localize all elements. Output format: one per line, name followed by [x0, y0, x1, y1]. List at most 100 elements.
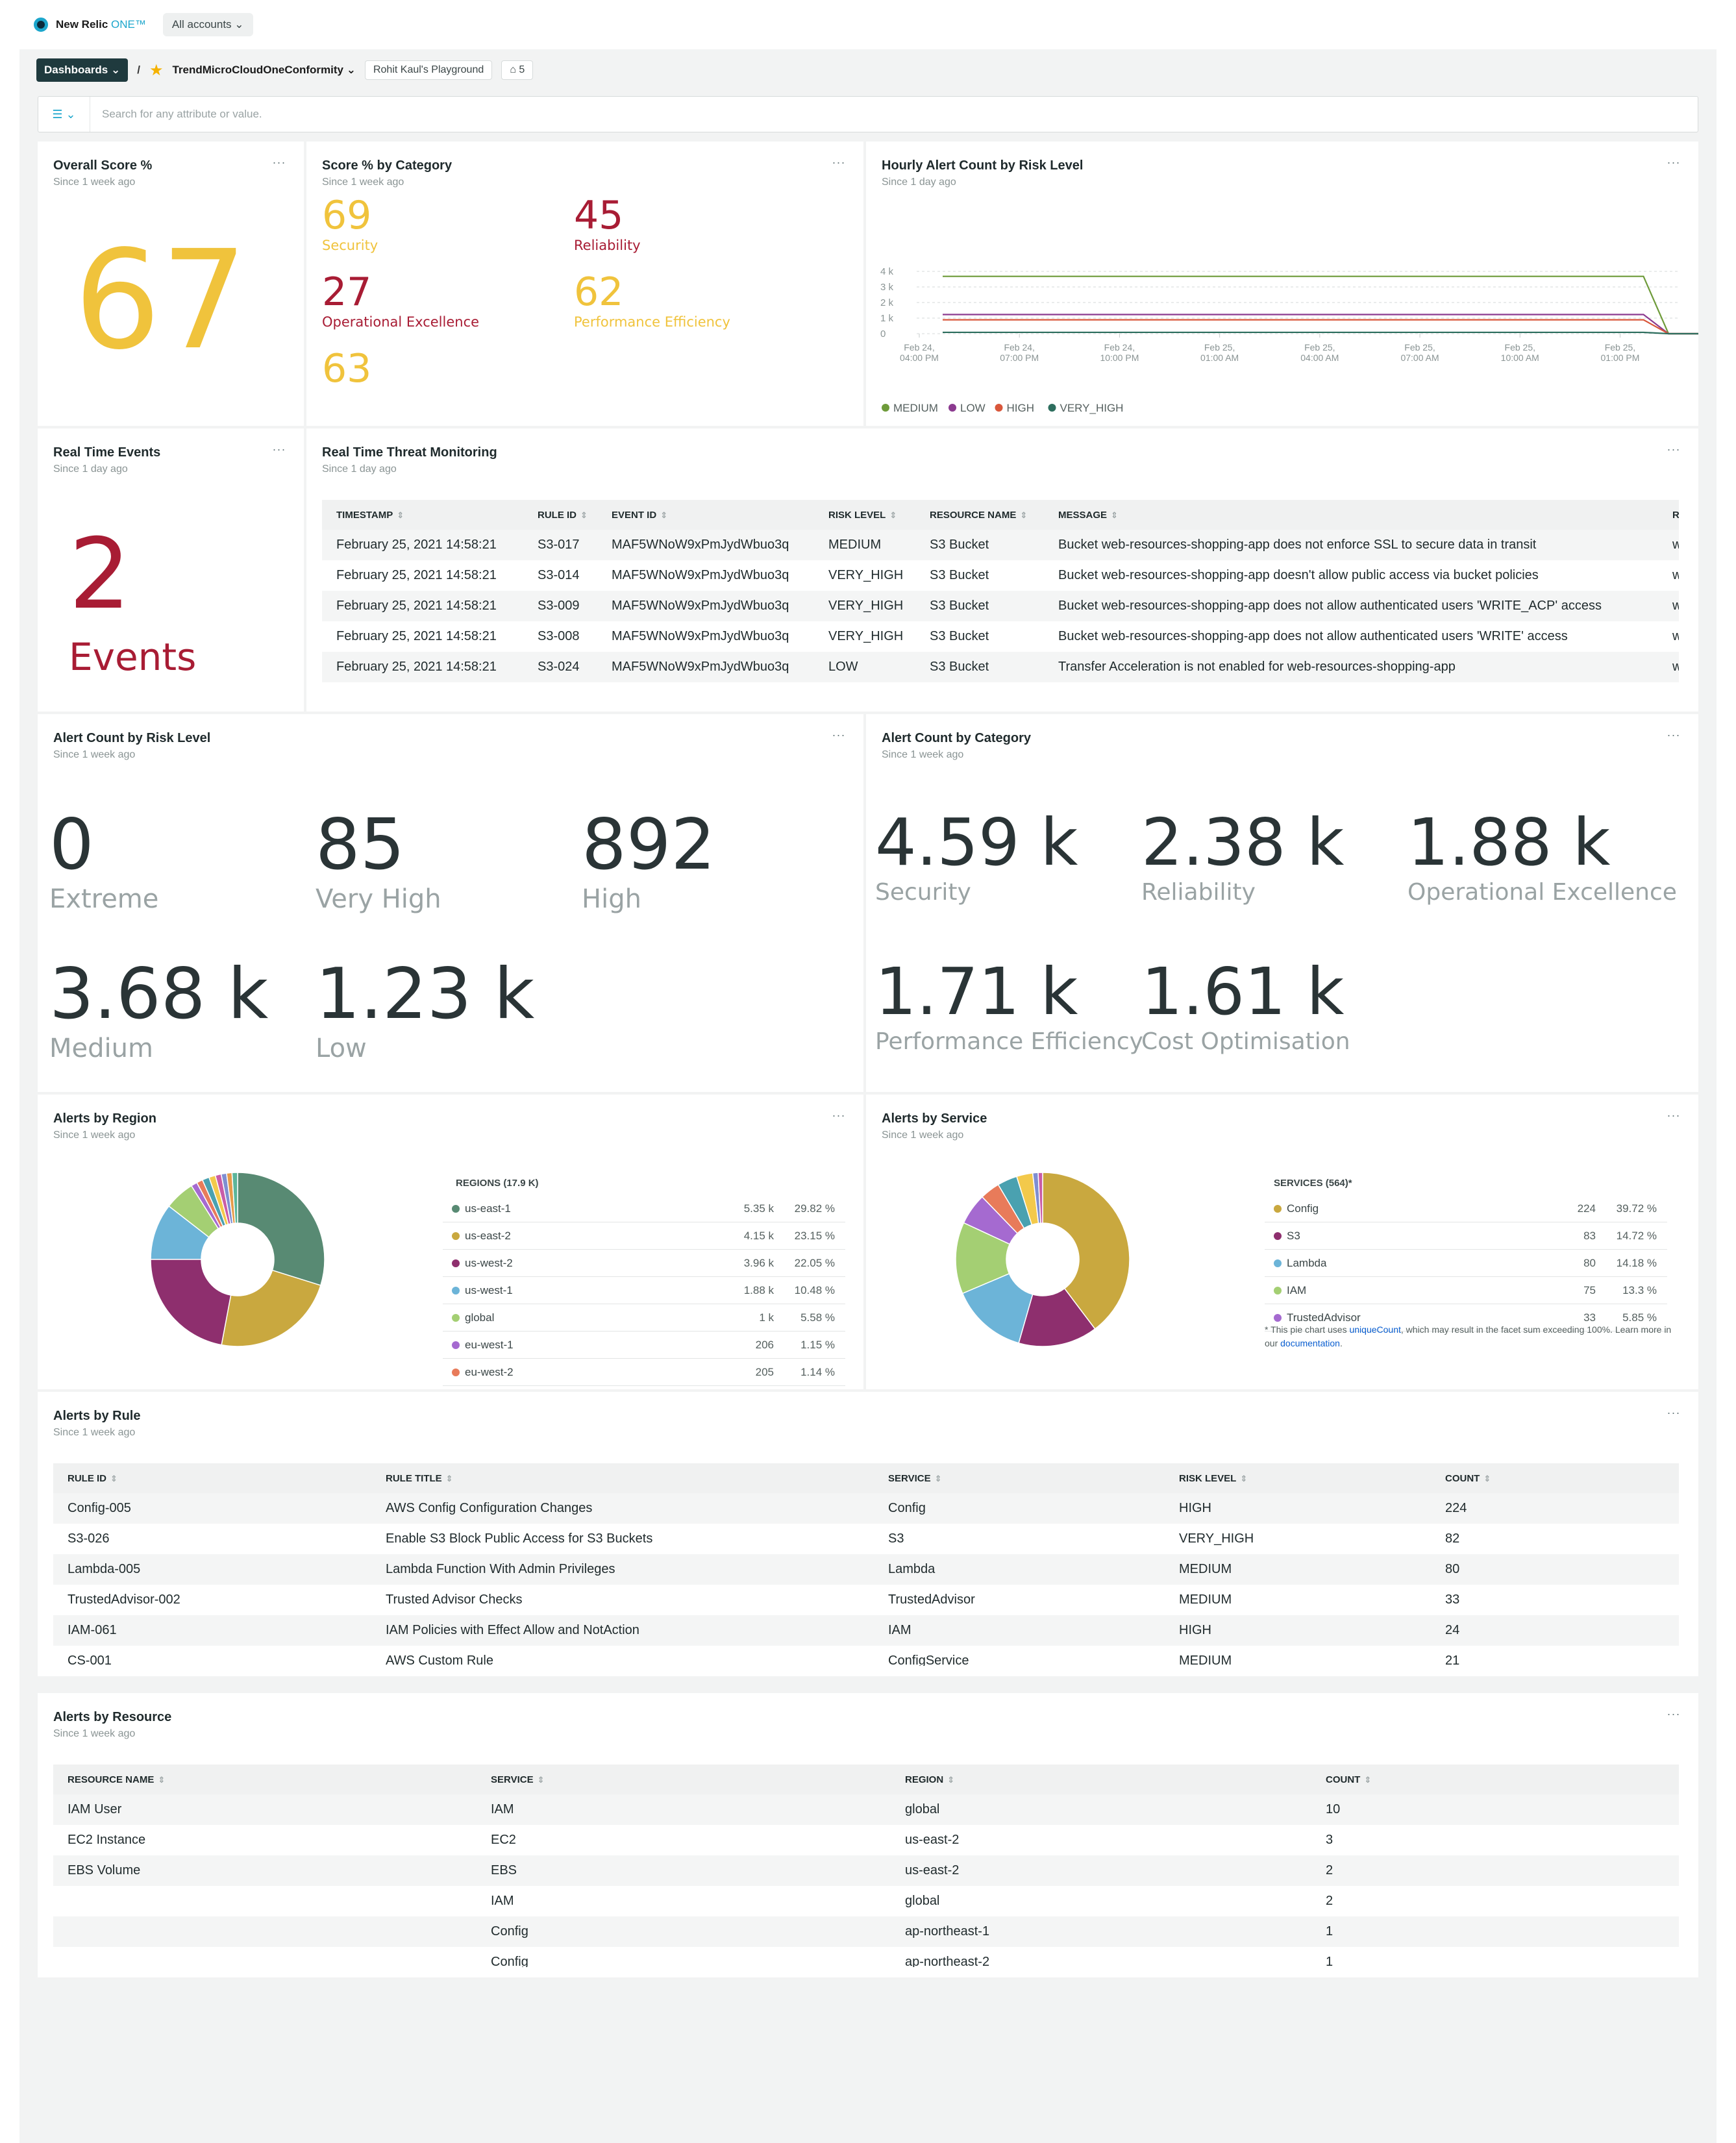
- table-row[interactable]: IAM global 2: [53, 1886, 1679, 1916]
- more-menu-button[interactable]: ···: [1663, 729, 1684, 745]
- legend-row-config[interactable]: Config 224 39.72 %: [1265, 1196, 1667, 1222]
- more-menu-button[interactable]: ···: [828, 1109, 849, 1126]
- search-input[interactable]: [90, 108, 1648, 121]
- table-cell: w: [1658, 530, 1679, 560]
- table-row[interactable]: Config-005 AWS Config Configuration Chang…: [53, 1493, 1679, 1524]
- legend-item-high[interactable]: HIGH: [995, 402, 1035, 414]
- legend-row-us-east-2[interactable]: us-east-2 4.15 k 23.15 %: [443, 1223, 845, 1250]
- legend-row-global[interactable]: global 1 k 5.58 %: [443, 1305, 845, 1332]
- dashboard-name[interactable]: TrendMicroCloudOneConformity ⌄: [172, 64, 355, 77]
- column-header[interactable]: SERVICE ⇕: [874, 1463, 1165, 1493]
- table-row[interactable]: Lambda-005 Lambda Function With Admin Pri…: [53, 1554, 1679, 1585]
- table-cell: 24: [1431, 1615, 1679, 1646]
- legend-percent: 29.82 %: [794, 1202, 835, 1215]
- tag-count: 5: [519, 64, 525, 75]
- legend-dot: [452, 1369, 460, 1376]
- column-header[interactable]: RESOURCE NAME ⇕: [53, 1765, 477, 1794]
- table-row[interactable]: February 25, 2021 14:58:21 S3-008 MAF5WNoW…: [322, 621, 1679, 652]
- column-header-label: MESSAGE: [1058, 509, 1108, 521]
- owner-chip[interactable]: Rohit Kaul's Playground: [364, 60, 493, 80]
- more-menu-button[interactable]: ···: [828, 729, 849, 745]
- more-menu-button[interactable]: ···: [269, 156, 290, 173]
- more-menu-button[interactable]: ···: [1663, 443, 1684, 460]
- legend-row-lambda[interactable]: Lambda 80 14.18 %: [1265, 1250, 1667, 1277]
- legend-row-s3[interactable]: S3 83 14.72 %: [1265, 1223, 1667, 1250]
- alerts-by-rule-panel: Alerts by Rule Since 1 week ago ··· RULE…: [38, 1392, 1698, 1676]
- column-header[interactable]: RESOURCE NAME ⇕: [915, 500, 1044, 530]
- column-header[interactable]: TIMESTAMP ⇕: [322, 500, 523, 530]
- legend-row-iam[interactable]: IAM 75 13.3 %: [1265, 1278, 1667, 1304]
- legend-row-eu-west-1[interactable]: eu-west-1 206 1.15 %: [443, 1332, 845, 1359]
- column-header-label: COUNT: [1445, 1472, 1480, 1484]
- column-header[interactable]: SERVICE ⇕: [477, 1765, 891, 1794]
- new-relic-logo[interactable]: New Relic ONE™: [34, 18, 146, 32]
- pie-slice-us-east-2[interactable]: [221, 1269, 321, 1347]
- column-header[interactable]: REGION ⇕: [891, 1765, 1311, 1794]
- column-header[interactable]: RULE TITLE ⇕: [371, 1463, 874, 1493]
- legend-item-low[interactable]: LOW: [949, 402, 986, 414]
- x-tick-label: 10:00 PM: [1100, 353, 1139, 363]
- column-header[interactable]: RULE ID ⇕: [53, 1463, 371, 1493]
- legend-row-eu-west-2[interactable]: eu-west-2 205 1.14 %: [443, 1359, 845, 1386]
- more-menu-button[interactable]: ···: [1663, 1109, 1684, 1126]
- sort-icon: ⇕: [1020, 510, 1028, 520]
- table-row[interactable]: EC2 Instance EC2 us-east-2 3: [53, 1825, 1679, 1855]
- tags-chip[interactable]: ⌂ 5: [501, 60, 534, 80]
- table-row[interactable]: TrustedAdvisor-002 Trusted Advisor Checks…: [53, 1585, 1679, 1615]
- account-selector[interactable]: All accounts ⌄: [162, 13, 253, 36]
- filter-icon[interactable]: ☰ ⌄: [38, 97, 90, 132]
- legend-percent: 1.15 %: [800, 1339, 835, 1351]
- legend-name: IAM: [1265, 1284, 1537, 1297]
- more-menu-button[interactable]: ···: [269, 443, 290, 460]
- favorite-star-icon[interactable]: ★: [149, 61, 164, 80]
- column-header[interactable]: RI⇕: [1658, 500, 1679, 530]
- table-row[interactable]: Config ap-northeast-1 1: [53, 1916, 1679, 1947]
- pie-slice-us-west-2[interactable]: [150, 1259, 232, 1346]
- legend-row-us-west-2[interactable]: us-west-2 3.96 k 22.05 %: [443, 1250, 845, 1277]
- legend-label: HIGH: [1007, 402, 1035, 414]
- more-menu-button[interactable]: ···: [828, 156, 849, 173]
- documentation-link[interactable]: documentation: [1280, 1338, 1340, 1348]
- x-tick-label: Feb 24,: [1104, 342, 1135, 353]
- pie-slice-us-east-1[interactable]: [237, 1172, 325, 1286]
- table-row[interactable]: February 25, 2021 14:58:21 S3-024 MAF5WNoW…: [322, 652, 1679, 682]
- column-header[interactable]: RISK LEVEL ⇕: [814, 500, 915, 530]
- table-row[interactable]: IAM-061 IAM Policies with Effect Allow an…: [53, 1615, 1679, 1646]
- new-relic-logo-icon: [34, 18, 48, 32]
- legend-item-very_high[interactable]: VERY_HIGH: [1048, 402, 1124, 414]
- table-row[interactable]: CS-001 AWS Custom Rule ConfigService MEDIUM…: [53, 1646, 1679, 1666]
- table-cell: S3 Bucket: [930, 629, 989, 643]
- column-header[interactable]: EVENT ID ⇕: [597, 500, 814, 530]
- column-header[interactable]: MESSAGE ⇕: [1044, 500, 1658, 530]
- table-row[interactable]: EBS Volume EBS us-east-2 2: [53, 1855, 1679, 1886]
- pie-footnote: * This pie chart uses uniqueCount, which…: [1265, 1323, 1674, 1350]
- table-row[interactable]: February 25, 2021 14:58:21 S3-014 MAF5WNoW…: [322, 560, 1679, 591]
- column-header[interactable]: RISK LEVEL ⇕: [1165, 1463, 1431, 1493]
- column-header-label: RESOURCE NAME: [930, 509, 1017, 521]
- table-row[interactable]: Config ap-northeast-2 1: [53, 1947, 1679, 1967]
- legend-item-medium[interactable]: MEDIUM: [882, 402, 938, 414]
- table-cell: S3 Bucket: [915, 652, 1044, 682]
- table-cell: IAM User: [53, 1794, 477, 1825]
- more-menu-button[interactable]: ···: [1663, 1708, 1684, 1724]
- uniquecount-link[interactable]: uniqueCount: [1349, 1324, 1400, 1335]
- more-menu-button[interactable]: ···: [1663, 1407, 1684, 1423]
- legend-label: Lambda: [1287, 1257, 1327, 1269]
- table-cell: [53, 1947, 477, 1967]
- legend-count: 83: [1583, 1230, 1596, 1242]
- dashboards-button[interactable]: Dashboards ⌄: [36, 58, 129, 82]
- column-header[interactable]: COUNT ⇕: [1311, 1765, 1679, 1794]
- legend-name: us-east-2: [443, 1230, 715, 1243]
- column-header[interactable]: COUNT ⇕: [1431, 1463, 1679, 1493]
- legend-row-us-east-1[interactable]: us-east-1 5.35 k 29.82 %: [443, 1196, 845, 1222]
- column-header[interactable]: RULE ID ⇕: [523, 500, 597, 530]
- table-cell: Bucket web-resources-shopping-app doesn'…: [1058, 568, 1539, 582]
- table-row[interactable]: S3-026 Enable S3 Block Public Access for …: [53, 1524, 1679, 1554]
- legend-row-us-west-1[interactable]: us-west-1 1.88 k 10.48 %: [443, 1278, 845, 1304]
- legend-dot: [452, 1259, 460, 1267]
- table-cell: VERY_HIGH: [1179, 1531, 1254, 1546]
- table-row[interactable]: February 25, 2021 14:58:21 S3-017 MAF5WNoW…: [322, 530, 1679, 560]
- table-row[interactable]: February 25, 2021 14:58:21 S3-009 MAF5WNoW…: [322, 591, 1679, 621]
- x-tick-label: Feb 24,: [1004, 342, 1034, 353]
- table-row[interactable]: IAM User IAM global 10: [53, 1794, 1679, 1825]
